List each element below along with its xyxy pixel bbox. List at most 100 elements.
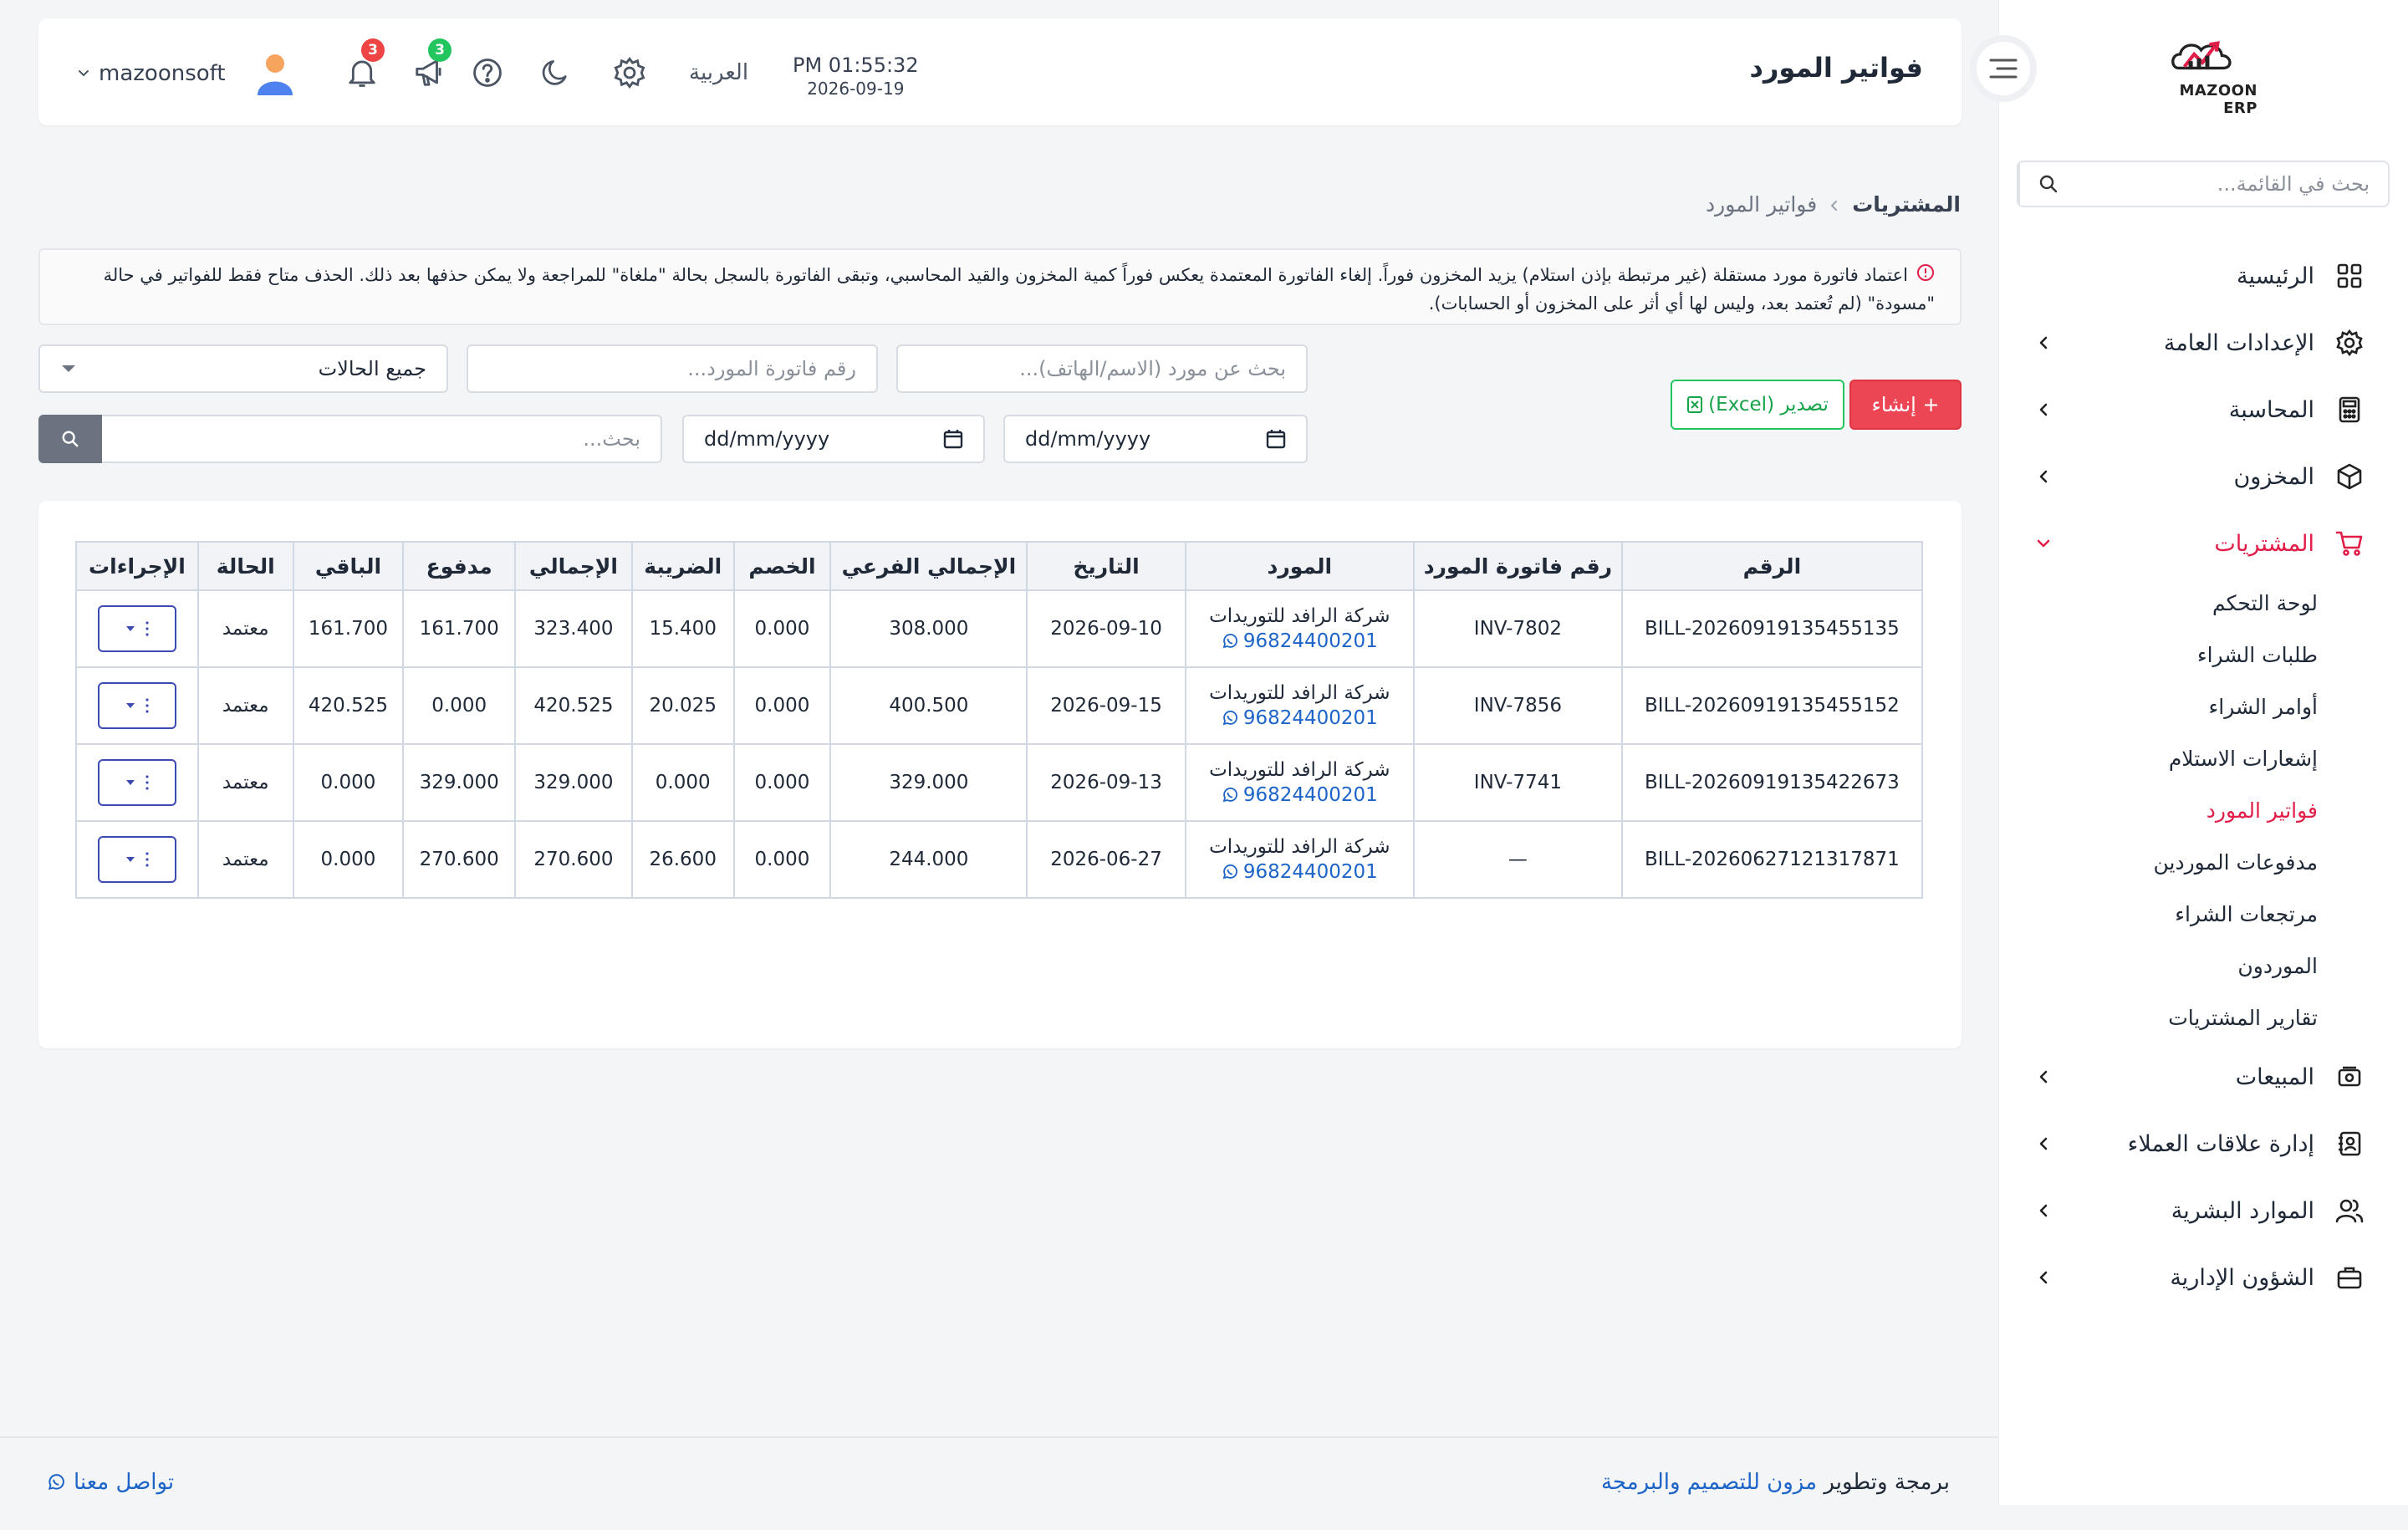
caret-down-icon: [125, 626, 135, 631]
dark-mode-toggle[interactable]: [538, 55, 574, 90]
chevron-left-icon: [1829, 192, 1840, 217]
cell-discount: 0.000: [732, 820, 832, 899]
sidebar-item-label: المشتريات: [2214, 530, 2314, 557]
date-to-input[interactable]: dd/mm/yyyy: [1003, 415, 1308, 463]
language-switch[interactable]: العربية: [689, 60, 748, 85]
cell-tax: 26.600: [630, 820, 735, 899]
sidebar-search: [2017, 161, 2390, 207]
cell-supplier-invoice: INV-7802: [1413, 589, 1623, 668]
username: mazoonsoft: [99, 61, 226, 86]
sidebar-item-label: الإعدادات العامة: [2163, 329, 2314, 356]
search-button[interactable]: [38, 415, 102, 463]
export-excel-button[interactable]: تصدير (Excel): [1671, 380, 1844, 430]
cell-supplier-invoice: INV-7856: [1413, 666, 1623, 745]
table-row: BILL-20260919135422673 INV-7741 شركة الر…: [75, 743, 1924, 822]
help-button[interactable]: [470, 55, 505, 90]
breadcrumb: المشتريات فواتير المورد: [1706, 192, 1961, 217]
sidebar-item-label: المحاسبة: [2228, 396, 2314, 423]
cell-remaining: 161.700: [292, 589, 405, 668]
status-select[interactable]: جميع الحالات: [38, 344, 448, 393]
caret-down-icon: [125, 857, 135, 862]
row-actions-dropdown[interactable]: [97, 836, 176, 883]
help-circle-icon: [473, 59, 502, 87]
info-alert: اعتماد فاتورة مورد مستقلة (غير مرتبطة بإ…: [38, 248, 1962, 325]
cell-supplier: شركة الرافد للتوريدات 96824400201: [1184, 589, 1416, 668]
announcements-button[interactable]: 3: [411, 38, 452, 90]
cell-actions: [75, 589, 199, 668]
col-supplier: المورد: [1184, 541, 1416, 591]
gear-icon: [614, 57, 645, 89]
sub-item-purchase-orders[interactable]: أوامر الشراء: [1998, 681, 2318, 732]
sidebar-item-general-settings[interactable]: الإعدادات العامة: [1998, 309, 2408, 376]
cell-paid: 270.600: [402, 820, 517, 899]
box-icon: [2333, 460, 2366, 493]
sidebar-item-inventory[interactable]: المخزون: [1998, 443, 2408, 510]
col-date: التاريخ: [1026, 541, 1186, 591]
sidebar-item-admin-affairs[interactable]: الشؤون الإدارية: [1998, 1244, 2408, 1311]
row-actions-dropdown[interactable]: [97, 759, 176, 806]
general-search-input[interactable]: بحث...: [100, 415, 662, 463]
cell-number: BILL-20260627121317871: [1620, 820, 1924, 899]
sub-item-dashboard[interactable]: لوحة التحكم: [1998, 577, 2318, 629]
row-actions-dropdown[interactable]: [97, 605, 176, 652]
sub-item-purchase-reports[interactable]: تقارير المشتريات: [1998, 992, 2318, 1043]
cell-date: 2026-09-10: [1026, 589, 1186, 668]
search-icon[interactable]: [2018, 162, 2077, 206]
row-actions-dropdown[interactable]: [97, 682, 176, 729]
sub-item-purchase-requests[interactable]: طلبات الشراء: [1998, 629, 2318, 681]
gear-icon: [2333, 326, 2366, 360]
sub-item-supplier-payments[interactable]: مدفوعات الموردين: [1998, 836, 2318, 888]
sidebar-search-input[interactable]: [2077, 162, 2388, 206]
chevron-left-icon: [2032, 1132, 2055, 1155]
caret-down-icon: [125, 780, 135, 785]
invoice-number-input[interactable]: رقم فاتورة المورد...: [467, 344, 878, 393]
cell-supplier: شركة الرافد للتوريدات 96824400201: [1184, 820, 1416, 899]
footer-credit-link[interactable]: مزون للتصميم والبرمجة: [1601, 1470, 1817, 1495]
notifications-button[interactable]: 3: [344, 38, 385, 90]
menu-lines-icon: [1989, 59, 2018, 79]
supplier-phone-link[interactable]: 96824400201: [1186, 707, 1413, 729]
date-from-input[interactable]: dd/mm/yyyy: [682, 415, 985, 463]
user-menu[interactable]: mazoonsoft: [77, 54, 294, 95]
cell-total: 270.600: [514, 820, 633, 899]
sidebar-item-accounting[interactable]: المحاسبة: [1998, 376, 2408, 443]
cell-subtotal: 308.000: [829, 589, 1028, 668]
sub-item-suppliers[interactable]: الموردون: [1998, 940, 2318, 992]
supplier-phone-link[interactable]: 96824400201: [1186, 861, 1413, 883]
calendar-icon[interactable]: [1266, 429, 1286, 449]
sidebar-item-crm[interactable]: إدارة علاقات العملاء: [1998, 1110, 2408, 1177]
cell-discount: 0.000: [732, 666, 832, 745]
sidebar-item-purchases[interactable]: المشتريات: [1998, 510, 2408, 577]
cell-tax: 20.025: [630, 666, 735, 745]
settings-button[interactable]: [612, 55, 647, 90]
cell-remaining: 420.525: [292, 666, 405, 745]
cell-total: 329.000: [514, 743, 633, 822]
sidebar-item-home[interactable]: الرئيسية: [1998, 242, 2408, 309]
sub-item-supplier-bills[interactable]: فواتير المورد: [1998, 784, 2318, 836]
breadcrumb-parent[interactable]: المشتريات: [1852, 192, 1961, 217]
supplier-phone-link[interactable]: 96824400201: [1186, 784, 1413, 806]
supplier-phone: 96824400201: [1242, 630, 1378, 652]
sidebar-item-sales[interactable]: المبيعات: [1998, 1043, 2408, 1110]
footer-credit-prefix: برمجة وتطوير: [1824, 1470, 1950, 1495]
top-header: فواتير المورد PM 01:55:32 2026-09-19 الع…: [38, 18, 1962, 125]
sub-item-purchase-returns[interactable]: مرتجعات الشراء: [1998, 888, 2318, 940]
supplier-search-input[interactable]: بحث عن مورد (الاسم/الهاتف)...: [896, 344, 1308, 393]
supplier-phone-link[interactable]: 96824400201: [1186, 630, 1413, 652]
sidebar-item-hr[interactable]: الموارد البشرية: [1998, 1177, 2408, 1244]
sub-item-receipt-notices[interactable]: إشعارات الاستلام: [1998, 732, 2318, 784]
col-supplier-invoice: رقم فاتورة المورد: [1413, 541, 1623, 591]
col-discount: الخصم: [732, 541, 832, 591]
breadcrumb-current: فواتير المورد: [1705, 192, 1818, 217]
logo[interactable]: MAZOON ERP: [2149, 33, 2258, 117]
cell-discount: 0.000: [732, 589, 832, 668]
create-button[interactable]: + إنشاء: [1849, 380, 1962, 430]
sidebar-item-label: المخزون: [2233, 463, 2314, 490]
cell-supplier: شركة الرافد للتوريدات 96824400201: [1184, 743, 1416, 822]
sidebar-toggle-button[interactable]: [1970, 35, 2037, 102]
cell-tax: 0.000: [630, 743, 735, 822]
contact-us-link[interactable]: تواصل معنا: [47, 1470, 174, 1495]
whatsapp-icon: [1222, 711, 1237, 726]
calendar-icon[interactable]: [943, 429, 963, 449]
calculator-icon: [2333, 393, 2366, 426]
